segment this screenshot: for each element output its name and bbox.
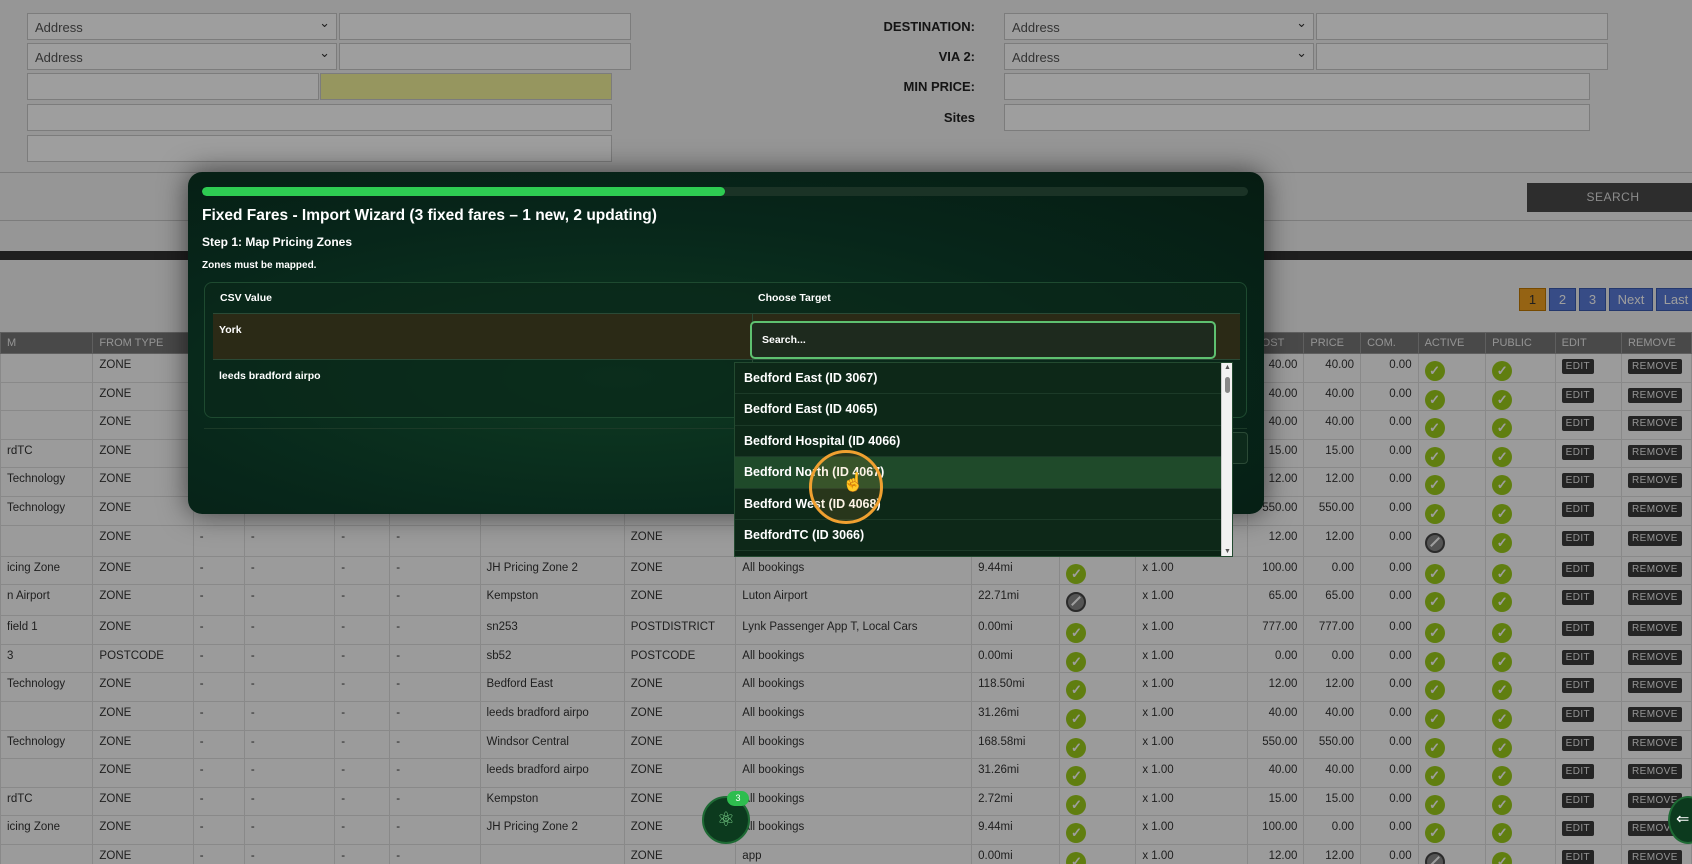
hand-pointer-icon: ☝: [842, 472, 865, 492]
arrow-left-icon: ⇐: [1676, 811, 1690, 828]
wizard-progress-bar: [202, 187, 1248, 196]
wizard-step-label: Step 1: Map Pricing Zones: [202, 235, 353, 249]
csv-value: York: [219, 324, 242, 336]
atom-icon: ⚛: [717, 809, 735, 831]
wizard-warning: Zones must be mapped.: [202, 260, 317, 271]
csv-value-header: CSV Value: [220, 292, 272, 304]
target-option[interactable]: Bedford Hospital (ID 4066): [735, 425, 1232, 458]
scroll-up-arrow-icon[interactable]: ▲: [1224, 364, 1231, 371]
csv-value: leeds bradford airpo: [219, 370, 321, 382]
target-option[interactable]: BedfordTC (ID 3066): [735, 519, 1232, 552]
wizard-progress-fill: [202, 187, 725, 196]
notification-badge: 3: [727, 791, 749, 806]
choose-target-header: Choose Target: [758, 292, 831, 304]
target-option[interactable]: Bedford East (ID 3067): [735, 363, 1232, 395]
scroll-down-arrow-icon[interactable]: ▼: [1224, 548, 1231, 555]
target-options-list[interactable]: Bedford East (ID 3067) Bedford East (ID …: [734, 362, 1233, 557]
target-option[interactable]: Bedford East (ID 4065): [735, 394, 1232, 426]
dropdown-scrollbar[interactable]: ▲ ▼: [1221, 363, 1232, 556]
target-search-input[interactable]: Search...: [750, 321, 1216, 359]
scroll-thumb[interactable]: [1225, 377, 1230, 393]
wizard-title: Fixed Fares - Import Wizard (3 fixed far…: [202, 207, 657, 224]
